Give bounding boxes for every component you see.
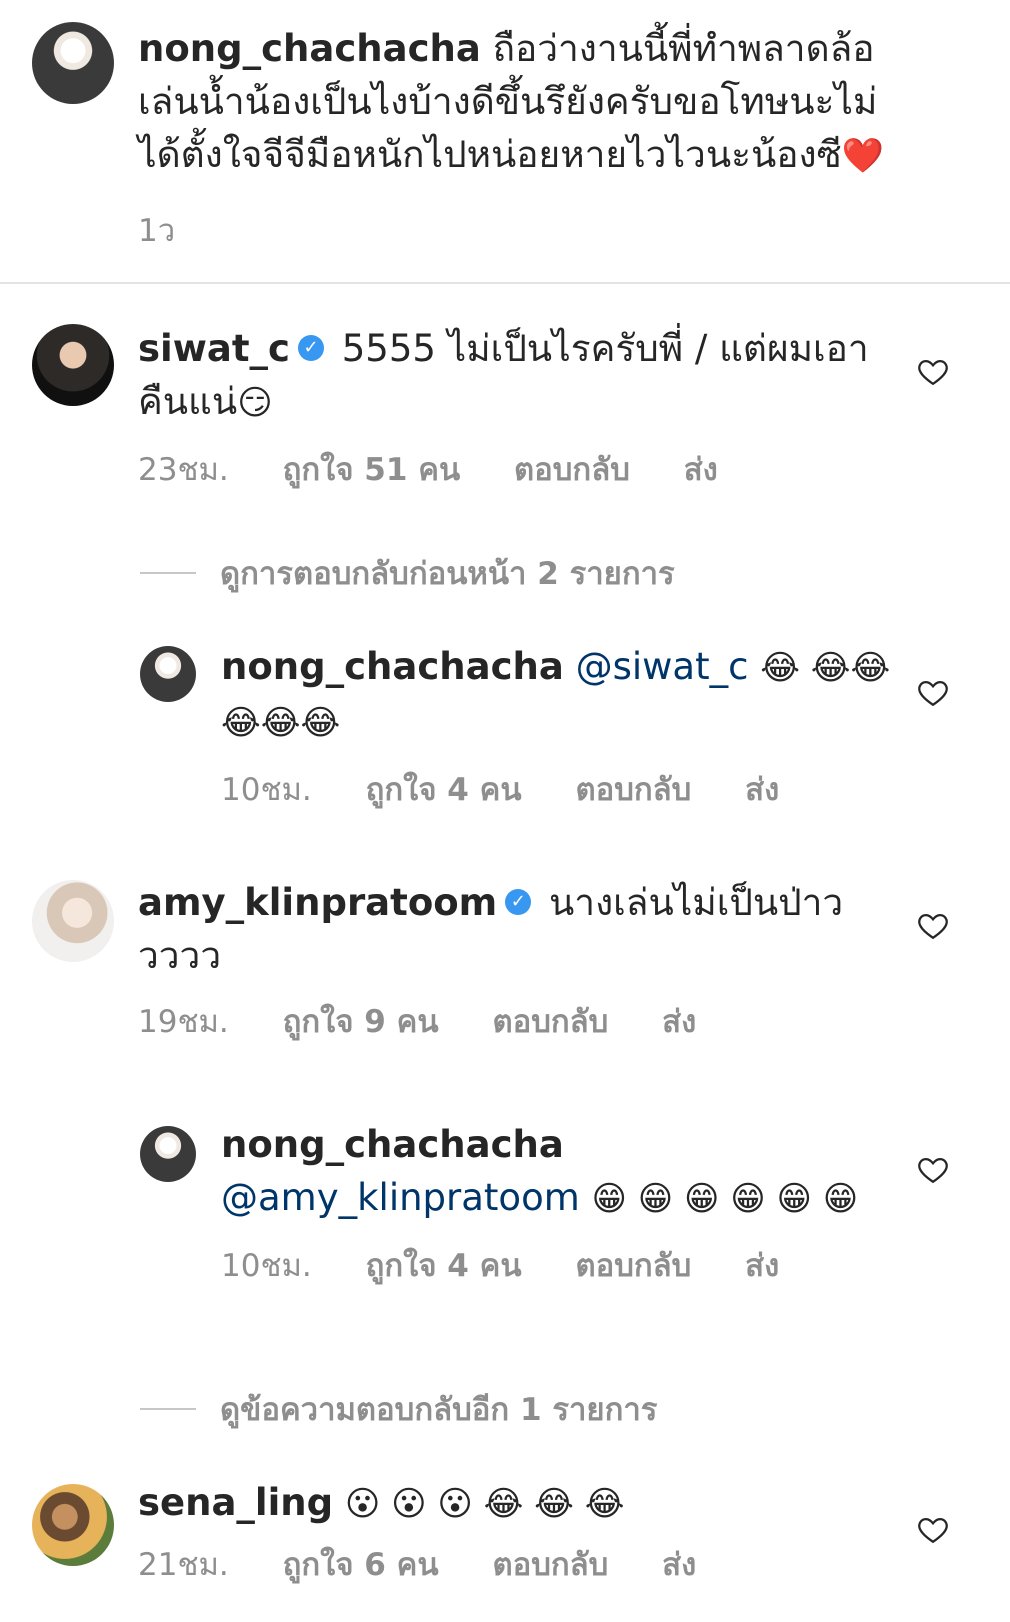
view-more-replies-label[interactable]: ดูข้อความตอบกลับอีก 1 รายการ xyxy=(220,1384,657,1434)
heart-outline-icon[interactable] xyxy=(916,908,950,942)
reply-thread-line xyxy=(140,572,196,574)
likes-count-link[interactable]: ถูกใจ 4 คน xyxy=(366,772,522,808)
verified-badge-icon: ✓ xyxy=(505,888,532,915)
comment-time: 10ชม. xyxy=(221,772,312,808)
likes-count-link[interactable]: ถูกใจ 51 คน xyxy=(283,452,461,488)
heart-outline-icon[interactable] xyxy=(916,675,950,709)
avatar-sena-ling[interactable] xyxy=(32,1484,114,1566)
comment-username[interactable]: nong_chachacha xyxy=(138,27,481,70)
send-button[interactable]: ส่ง xyxy=(662,1547,696,1583)
avatar-siwat-c[interactable] xyxy=(32,324,114,406)
comment-username[interactable]: nong_chachacha xyxy=(221,1123,564,1166)
reply-button[interactable]: ตอบกลับ xyxy=(514,452,630,488)
comment-siwat-c: siwat_c ✓ 5555 ไม่เป็นไรครับพี่ / แต่ผมเอ… xyxy=(138,322,900,494)
reply-button[interactable]: ตอบกลับ xyxy=(575,772,691,808)
comment-time: 21ชม. xyxy=(138,1547,229,1583)
heart-outline-icon[interactable] xyxy=(916,1152,950,1186)
comment-time: 10ชม. xyxy=(221,1248,312,1284)
comment-username[interactable]: nong_chachacha xyxy=(221,645,564,688)
comment-time: 19ชม. xyxy=(138,1004,229,1040)
comment-sena-ling: sena_ling 😮 😮 😮 😂 😂 😂 21ชม. ถูกใจ 6 คน ต… xyxy=(138,1476,900,1589)
avatar-nong-chachacha[interactable] xyxy=(140,646,196,702)
reply-nong-chachacha-siwat: nong_chachacha @siwat_c 😂 😂😂😂😂😂 10ชม. ถู… xyxy=(221,640,900,814)
verified-badge-icon: ✓ xyxy=(297,334,324,361)
likes-count-link[interactable]: ถูกใจ 4 คน xyxy=(366,1248,522,1284)
send-button[interactable]: ส่ง xyxy=(662,1004,696,1040)
mention-link[interactable]: @amy_klinpratoom xyxy=(221,1176,580,1219)
comment-username[interactable]: siwat_c xyxy=(138,327,290,370)
reply-button[interactable]: ตอบกลับ xyxy=(492,1547,608,1583)
likes-count-link[interactable]: ถูกใจ 9 คน xyxy=(283,1004,439,1040)
comment-username[interactable]: sena_ling xyxy=(138,1481,333,1524)
avatar-nong-chachacha[interactable] xyxy=(32,22,114,104)
comment-nong-chachacha-caption: nong_chachacha ถือว่างานนี้พี่ทำพลาดล้อเ… xyxy=(138,22,900,255)
grinning-emoji: 😁 😁 😁 😁 😁 😁 xyxy=(591,1179,859,1219)
send-button[interactable]: ส่ง xyxy=(684,452,718,488)
mention-link[interactable]: @siwat_c xyxy=(576,645,749,688)
reply-button[interactable]: ตอบกลับ xyxy=(575,1248,691,1284)
comment-time: 23ชม. xyxy=(138,452,229,488)
comment-amy-klinpratoom: amy_klinpratoom ✓ นางเล่นไม่เป็นป่าววววว … xyxy=(138,876,900,1046)
avatar-nong-chachacha[interactable] xyxy=(140,1126,196,1182)
avatar-amy-klinpratoom[interactable] xyxy=(32,880,114,962)
reaction-emoji: 😮 😮 😮 😂 😂 😂 xyxy=(344,1484,625,1524)
comment-time: 1ว xyxy=(138,213,176,249)
reply-button[interactable]: ตอบกลับ xyxy=(492,1004,608,1040)
heart-emoji: ❤️ xyxy=(841,136,885,176)
comment-username[interactable]: amy_klinpratoom xyxy=(138,881,497,924)
reply-thread-line xyxy=(140,1408,196,1410)
view-previous-replies-label[interactable]: ดูการตอบกลับก่อนหน้า 2 รายการ xyxy=(220,548,675,598)
likes-count-link[interactable]: ถูกใจ 6 คน xyxy=(283,1547,439,1583)
view-more-replies[interactable]: ดูข้อความตอบกลับอีก 1 รายการ xyxy=(140,1384,657,1434)
send-button[interactable]: ส่ง xyxy=(745,772,779,808)
smirk-emoji: 😏 xyxy=(237,383,273,423)
heart-outline-icon[interactable] xyxy=(916,354,950,388)
reply-nong-chachacha-amy: nong_chachacha @amy_klinpratoom 😁 😁 😁 😁 … xyxy=(221,1118,900,1290)
heart-outline-icon[interactable] xyxy=(916,1512,950,1546)
section-divider xyxy=(0,282,1010,284)
send-button[interactable]: ส่ง xyxy=(745,1248,779,1284)
view-previous-replies[interactable]: ดูการตอบกลับก่อนหน้า 2 รายการ xyxy=(140,548,675,598)
